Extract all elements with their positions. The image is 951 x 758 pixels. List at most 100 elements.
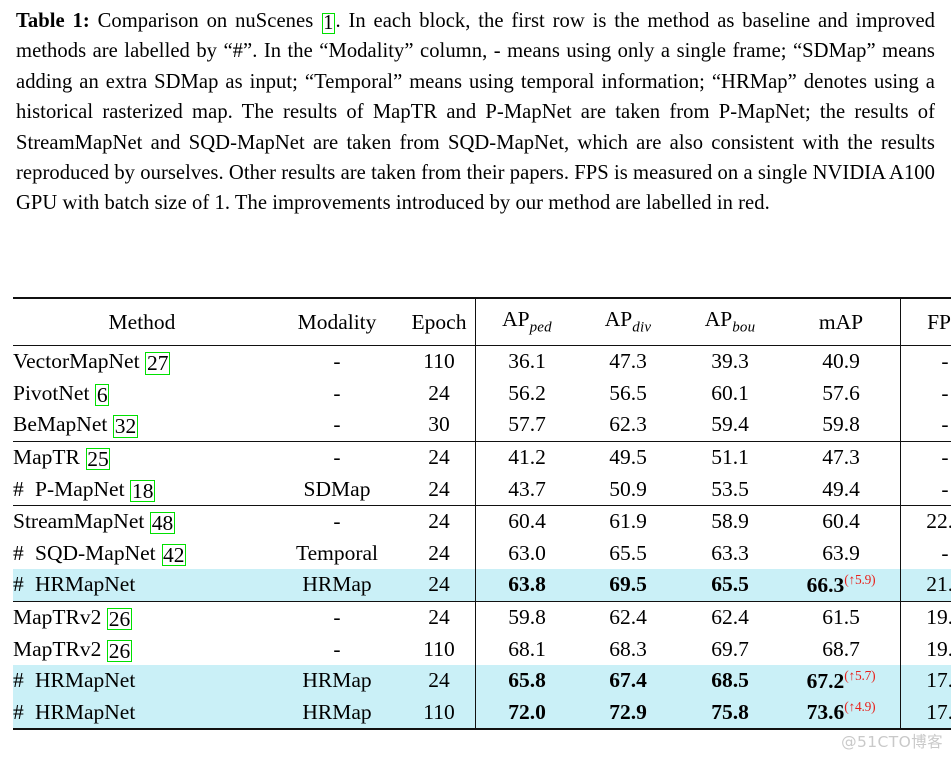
table-row: # P-MapNet 18 SDMap 24 43.7 50.9 53.5 49.4 - — [13, 473, 951, 506]
improved-marker: # — [13, 476, 25, 501]
cell-ap-div: 61.9 — [578, 504, 678, 538]
map-value: 63.9 — [822, 540, 860, 565]
cell-modality: - — [271, 344, 403, 378]
cell-epoch: 24 — [403, 664, 476, 697]
map-value: 67.2 — [806, 668, 845, 693]
improved-marker: # — [13, 699, 25, 724]
header-map: mAP — [782, 297, 901, 346]
map-value: 40.9 — [822, 349, 860, 374]
map-value-wrap: 40.9 — [822, 349, 860, 374]
map-value: 57.6 — [822, 380, 860, 405]
cell-method: # HRMapNet — [13, 569, 271, 602]
cell-method: # P-MapNet 18 — [13, 473, 271, 505]
cell-ap-bou: 59.4 — [711, 412, 749, 437]
cell-epoch: 110 — [403, 696, 476, 730]
citation-link[interactable]: 27 — [145, 352, 170, 375]
cell-map: 61.5 — [782, 600, 901, 634]
cell-modality: - — [271, 440, 403, 474]
table-row: # SQD-MapNet 42 Temporal 24 63.0 65.5 63.3 63.… — [13, 537, 951, 570]
map-value-wrap: 47.3 — [822, 445, 860, 470]
cell-ap-div: 47.3 — [578, 344, 678, 378]
cell-ap-bou: 65.5 — [678, 569, 782, 602]
table-header-row: MethodModalityEpochAPpedAPdivAPboumAPFPS — [13, 297, 951, 346]
cell-method: MapTRv2 26 — [13, 633, 271, 665]
cell-ap-bou: 75.8 — [678, 696, 782, 730]
cell-ap-ped: 63.8 — [475, 569, 578, 602]
citation-link[interactable]: 32 — [113, 415, 138, 438]
cell-ap-div: 65.5 — [609, 540, 647, 565]
caption-text-part1: Comparison on nuScenes — [89, 10, 322, 32]
method-name: StreamMapNet — [13, 509, 145, 534]
cell-ap-ped: 57.7 — [475, 409, 578, 442]
cell-method: VectorMapNet 27 — [13, 344, 271, 378]
cell-ap-ped: 41.2 — [475, 440, 578, 474]
cell-ap-div: 67.4 — [578, 664, 678, 697]
cell-method: PivotNet 6 — [13, 378, 271, 410]
table-label: Table 1: — [16, 10, 90, 32]
citation-link-1[interactable]: 1 — [321, 13, 335, 35]
cell-ap-ped: 36.1 — [475, 344, 578, 378]
method-name: P-MapNet — [35, 476, 125, 501]
map-value-wrap: 66.3(↑5.9) — [807, 572, 876, 598]
cell-ap-ped: 43.7 — [475, 473, 578, 506]
table-row: BeMapNet 32 - 30 57.7 62.3 59.4 59.8 - — [13, 409, 951, 442]
cell-fps: - — [900, 409, 951, 442]
method-name: HRMapNet — [35, 699, 136, 724]
cell-epoch: 30 — [428, 412, 450, 437]
citation-link[interactable]: 48 — [150, 512, 175, 535]
cell-ap-ped: 68.1 — [475, 633, 578, 665]
cell-fps: - — [900, 473, 951, 506]
table-row: # HRMapNet HRMap 24 65.8 67.4 68.5 67.2(↑5.7) 1… — [13, 664, 951, 697]
cell-epoch: 110 — [403, 344, 476, 378]
citation-link[interactable]: 18 — [130, 479, 155, 502]
cell-modality: HRMap — [271, 569, 403, 602]
cell-epoch: 24 — [428, 540, 450, 565]
cell-fps: 21.1 — [900, 569, 951, 602]
header-method: Method — [13, 297, 271, 346]
cell-map: 59.8 — [782, 409, 901, 441]
results-table-container: MethodModalityEpochAPpedAPdivAPboumAPFPS… — [13, 297, 951, 732]
improvement-delta: (↑5.7) — [844, 667, 876, 683]
cell-ap-div: 62.3 — [609, 412, 647, 437]
cell-fps: - — [900, 377, 951, 410]
table-caption: Table 1: Comparison on nuScenes 1. In ea… — [16, 6, 935, 219]
citation-link[interactable]: 26 — [107, 639, 132, 662]
cell-ap-div: 50.9 — [609, 476, 647, 501]
cell-ap-div: 68.3 — [609, 636, 647, 661]
header-epoch: Epoch — [403, 297, 476, 346]
citation-link[interactable]: 6 — [95, 383, 110, 407]
cell-fps: 19.6 — [900, 633, 951, 665]
map-value-wrap: 68.7 — [822, 637, 860, 662]
method-name: BeMapNet — [13, 412, 108, 437]
map-value: 60.4 — [822, 509, 860, 534]
map-value: 68.7 — [822, 636, 860, 661]
table-row: VectorMapNet 27-110 36.1 47.3 39.3 40.9- — [13, 344, 951, 378]
cell-ap-ped: 65.8 — [475, 664, 578, 697]
cell-ap-div: 62.4 — [578, 600, 678, 634]
method-name: HRMapNet — [35, 668, 136, 693]
cell-epoch: 24 — [403, 440, 476, 474]
caption-text-part2: . In each block, the first row is the me… — [16, 10, 935, 215]
method-name: SQD-MapNet — [35, 540, 156, 565]
map-value: 47.3 — [822, 445, 860, 470]
table-row: # HRMapNet HRMap 110 72.0 72.9 75.8 73.6(↑4.9)… — [13, 696, 951, 730]
cell-epoch: 24 — [428, 476, 450, 501]
cell-ap-div: 72.9 — [578, 696, 678, 730]
cell-map: 57.6 — [782, 378, 901, 410]
map-value-wrap: 61.5 — [822, 605, 860, 630]
citation-link[interactable]: 42 — [161, 543, 186, 567]
improved-marker: # — [13, 572, 25, 597]
cell-fps: - — [900, 344, 951, 378]
cell-map: 66.3(↑5.9) — [782, 569, 901, 602]
citation-link[interactable]: 25 — [85, 448, 111, 471]
cell-map: 40.9 — [782, 344, 901, 378]
method-name: MapTR — [13, 445, 80, 470]
cell-method: # HRMapNet — [13, 664, 271, 697]
improvement-delta: (↑4.9) — [844, 699, 876, 715]
citation-link[interactable]: 26 — [107, 608, 132, 631]
header-fps: FPS — [900, 297, 951, 346]
cell-modality: - — [333, 636, 341, 661]
cell-modality: - — [271, 600, 403, 634]
map-value: 49.4 — [822, 476, 860, 501]
map-value: 61.5 — [822, 605, 860, 630]
